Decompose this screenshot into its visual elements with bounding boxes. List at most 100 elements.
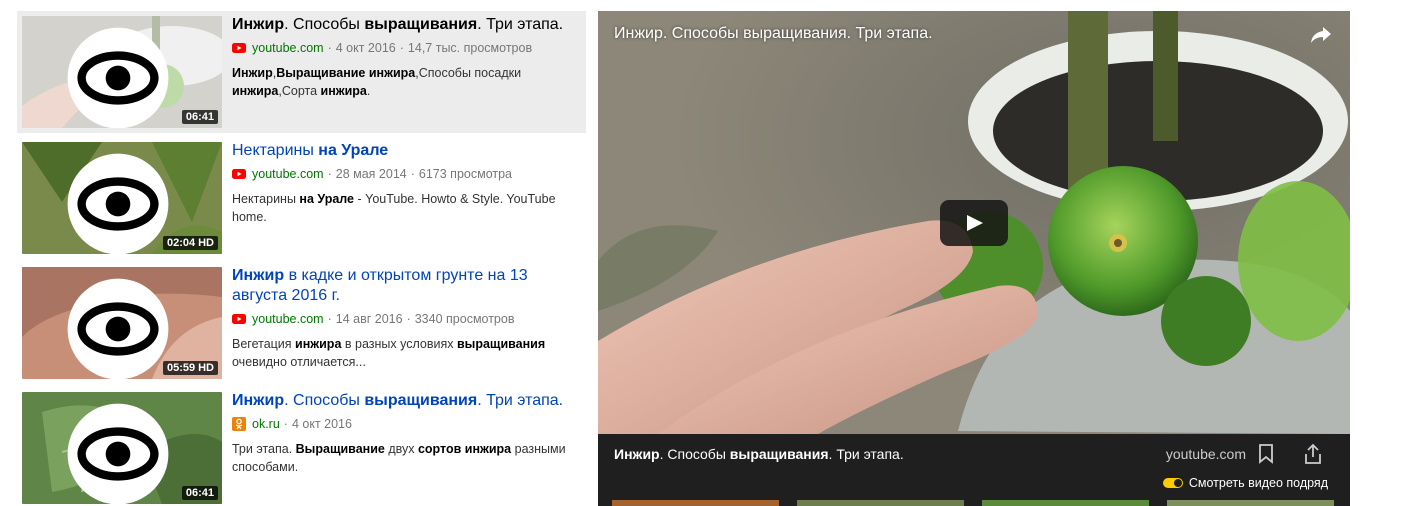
result-info: Нектарины на Урале youtube.com · 28 мая 201…	[232, 141, 582, 226]
upload-date: 28 мая 2014	[335, 167, 407, 181]
title-segment: . Способы	[284, 392, 365, 409]
title-segment: на Урале	[318, 142, 389, 159]
result-item[interactable]: 06:41 Инжир. Способы выращивания. Три эта…	[17, 387, 586, 506]
description-segment: выращивания	[456, 337, 546, 351]
video-overlay-title: Инжир. Способы выращивания. Три этапа.	[614, 25, 933, 42]
youtube-icon	[232, 314, 246, 324]
meta-separator: ·	[327, 167, 332, 181]
duration-text: 05:59	[166, 362, 196, 374]
description-segment: .	[366, 84, 371, 98]
related-thumb[interactable]	[797, 500, 964, 506]
description-segment: инжира	[320, 84, 367, 98]
description-segment: Инжир	[232, 66, 273, 80]
result-description: Вегетация инжира в разных условиях выращ…	[232, 335, 582, 371]
source-host-link[interactable]: youtube.com	[252, 167, 324, 181]
related-thumb[interactable]	[612, 500, 779, 506]
result-item[interactable]: 05:59 HD Инжир в кадке и открытом грунте н…	[17, 262, 586, 387]
bookmark-icon[interactable]	[1258, 444, 1274, 464]
view-count: 3340 просмотров	[414, 312, 515, 326]
related-thumb[interactable]	[982, 500, 1149, 506]
title-segment: Инжир	[232, 392, 285, 409]
result-meta: youtube.com · 4 окт 2016 · 14,7 тыс. просмот…	[232, 40, 582, 56]
result-info: Инжир в кадке и открытом грунте на 13 ав…	[232, 266, 582, 371]
result-info: Инжир. Способы выращивания. Три этапа. ok…	[232, 391, 582, 476]
title-segment: . Способы	[284, 16, 365, 33]
duration-badge: 02:04 HD	[162, 236, 218, 250]
description-segment: Нектарины	[232, 192, 300, 206]
description-segment: ,Способы посадки	[415, 66, 522, 80]
description-segment: сортов инжира	[417, 442, 512, 456]
meta-separator: ·	[399, 41, 404, 55]
result-meta: ok.ru · 4 окт 2016	[232, 416, 582, 432]
autoplay-toggle[interactable]: Смотреть видео подряд	[1162, 476, 1328, 490]
result-title-link[interactable]: Инжир. Способы выращивания. Три этапа.	[232, 391, 582, 411]
title-segment: Инжир	[232, 267, 285, 284]
description-segment: Выращивание инжира	[276, 66, 416, 80]
youtube-icon	[232, 43, 246, 53]
description-segment: инжира	[295, 337, 342, 351]
related-thumb[interactable]	[1167, 500, 1334, 506]
video-thumbnail[interactable]: 06:41	[22, 392, 222, 504]
upload-share-icon[interactable]	[1304, 443, 1322, 465]
meta-separator: ·	[283, 417, 288, 431]
result-meta: youtube.com · 14 авг 2016 · 3340 просмотров	[232, 311, 582, 327]
duration-badge: 06:41	[181, 110, 218, 124]
upload-date: 14 авг 2016	[335, 312, 403, 326]
related-videos-strip	[612, 500, 1334, 506]
title-segment: . Три этапа.	[477, 16, 564, 33]
upload-date: 4 окт 2016	[335, 41, 396, 55]
result-meta: youtube.com · 28 мая 2014 · 6173 просмотра	[232, 166, 582, 182]
video-frame[interactable]: Инжир. Способы выращивания. Три этапа.	[598, 11, 1350, 434]
bar-title-segment: . Три этапа.	[828, 446, 904, 462]
player-info-bar: Инжир. Способы выращивания. Три этапа. y…	[598, 434, 1350, 506]
result-title-link[interactable]: Нектарины на Урале	[232, 141, 582, 161]
result-title-link[interactable]: Инжир в кадке и открытом грунте на 13 ав…	[232, 266, 582, 306]
player-source-host[interactable]: youtube.com	[1166, 446, 1246, 462]
view-count: 6173 просмотра	[418, 167, 513, 181]
result-description: Инжир,Выращивание инжира,Способы посадки…	[232, 64, 582, 100]
view-count: 14,7 тыс. просмотров	[407, 41, 533, 55]
duration-text: 06:41	[185, 487, 214, 499]
video-player[interactable]: Инжир. Способы выращивания. Три этапа. И…	[598, 11, 1350, 506]
description-segment: двух	[384, 442, 418, 456]
source-host-link[interactable]: ok.ru	[252, 417, 280, 431]
duration-badge: 05:59 HD	[162, 361, 218, 375]
video-thumbnail[interactable]: 05:59 HD	[22, 267, 222, 379]
description-segment: ,Сорта	[278, 84, 321, 98]
result-title-link[interactable]: Инжир. Способы выращивания. Три этапа.	[232, 15, 582, 35]
duration-text: 02:04	[166, 237, 196, 249]
video-results-list: 06:41 Инжир. Способы выращивания. Три эта…	[17, 11, 586, 506]
title-segment: . Три этапа.	[477, 392, 564, 409]
autoplay-label: Смотреть видео подряд	[1188, 476, 1328, 490]
duration-badge: 06:41	[181, 486, 218, 500]
autoplay-switch[interactable]	[1162, 478, 1183, 488]
share-icon[interactable]	[1310, 25, 1332, 45]
bar-title-segment: выращивания	[729, 446, 829, 462]
upload-date: 4 окт 2016	[291, 417, 352, 431]
title-segment: Инжир	[232, 16, 285, 33]
source-host-link[interactable]: youtube.com	[252, 312, 324, 326]
meta-separator: ·	[327, 41, 332, 55]
bar-title-segment: . Способы	[659, 446, 730, 462]
player-video-title: Инжир. Способы выращивания. Три этапа.	[614, 446, 904, 462]
source-host-link[interactable]: youtube.com	[252, 41, 324, 55]
meta-separator: ·	[327, 312, 332, 326]
title-segment: выращивания	[364, 392, 478, 409]
description-segment: в разных условиях	[341, 337, 457, 351]
result-item[interactable]: 02:04 HD Нектарины на Урале youtube.com · 28 …	[17, 137, 586, 262]
result-info: Инжир. Способы выращивания. Три этапа. yo…	[232, 15, 582, 100]
title-segment: выращивания	[364, 16, 478, 33]
description-segment: Три этапа.	[232, 442, 296, 456]
description-segment: на Урале	[299, 192, 355, 206]
play-button[interactable]	[940, 200, 1008, 246]
video-thumbnail[interactable]: 06:41	[22, 16, 222, 128]
result-item[interactable]: 06:41 Инжир. Способы выращивания. Три эта…	[17, 11, 586, 133]
odnoklassniki-icon	[232, 417, 246, 431]
hd-badge: HD	[198, 237, 214, 249]
description-segment: инжира	[232, 84, 279, 98]
duration-text: 06:41	[185, 111, 214, 123]
result-description: Нектарины на Урале - YouTube. Howto & St…	[232, 190, 582, 226]
youtube-icon	[232, 169, 246, 179]
bar-title-segment: Инжир	[614, 446, 660, 462]
video-thumbnail[interactable]: 02:04 HD	[22, 142, 222, 254]
